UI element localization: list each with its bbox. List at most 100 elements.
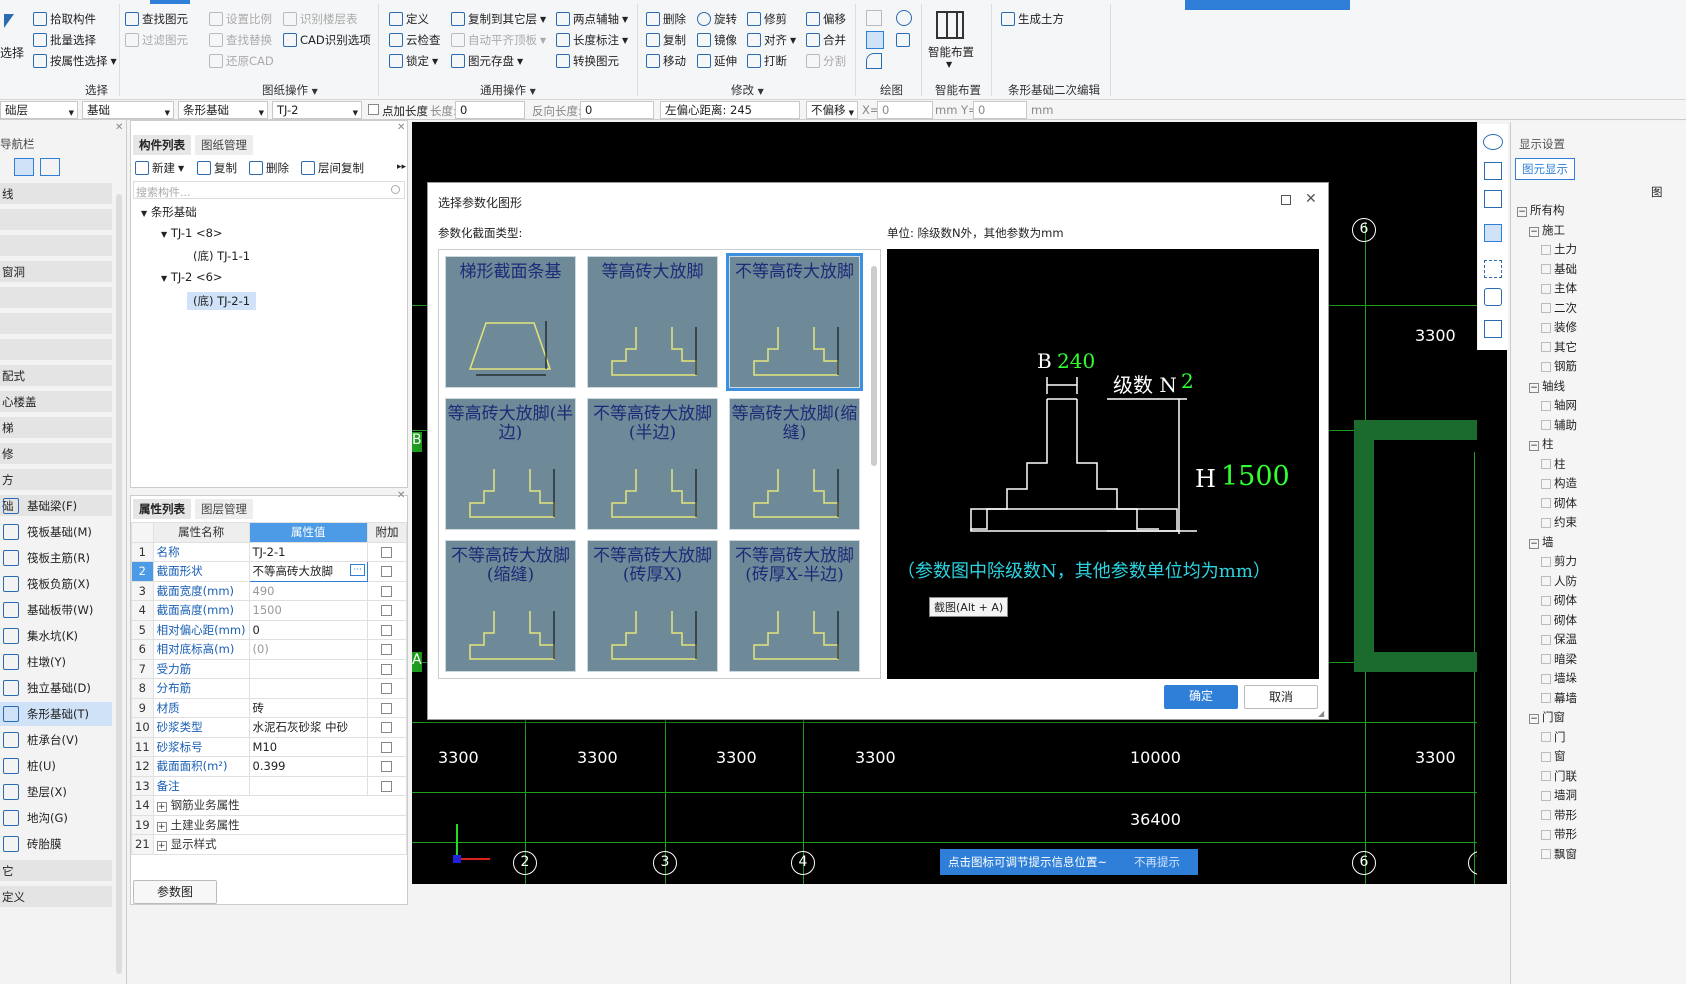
list-view-icon[interactable] <box>14 158 34 176</box>
display-tree-item[interactable]: 飘窗 <box>1541 846 1577 862</box>
property-row[interactable]: 14 + 钢筋业务属性 <box>131 795 408 816</box>
display-tree-item[interactable]: 砌体 <box>1541 495 1577 511</box>
display-tree-item[interactable]: 装修 <box>1541 319 1577 335</box>
display-tree-item[interactable]: 窗 <box>1541 748 1566 764</box>
expand-icon[interactable]: + <box>156 802 167 813</box>
batch-select-button[interactable]: 批量选择 <box>33 30 96 50</box>
two-point-axis-button[interactable]: 两点辅轴 ▼ <box>556 9 628 29</box>
tree-leaf-checkbox[interactable] <box>1541 576 1551 586</box>
layer-copy-button[interactable]: 层间复制 <box>301 158 364 178</box>
display-tree-item[interactable]: 辅助 <box>1541 417 1577 433</box>
shape-tile[interactable]: 梯形截面条基 <box>445 256 576 388</box>
tree-leaf-checkbox[interactable] <box>1541 771 1551 781</box>
shape-tile[interactable]: 不等高砖大放脚(砖厚X) <box>587 540 718 672</box>
tab-element-display[interactable]: 图元显示 <box>1515 158 1575 180</box>
nav-item[interactable]: 垫层(X) <box>0 780 112 804</box>
nav-category[interactable]: 梯 <box>0 417 112 439</box>
nav-category[interactable] <box>0 235 112 257</box>
nav-close-icon[interactable]: ✕ <box>115 122 123 133</box>
shape-tile[interactable]: 等高砖大放脚(半边) <box>445 398 576 530</box>
shape-tile[interactable]: 等高砖大放脚 <box>587 256 718 388</box>
x-input[interactable]: 0 <box>877 101 933 119</box>
property-value[interactable] <box>248 658 368 679</box>
copy-component-button[interactable]: 复制 <box>197 158 237 178</box>
filter-element-button[interactable]: 过滤图元 <box>125 30 188 50</box>
offset-button[interactable]: 偏移 <box>806 9 846 29</box>
nav-item[interactable]: 基础梁(F) <box>0 494 112 518</box>
property-row[interactable]: 12 截面面积(m²) 0.399 <box>131 756 408 777</box>
property-row[interactable]: 19 + 土建业务属性 <box>131 814 408 835</box>
length-dim-button[interactable]: 长度标注 ▼ <box>556 30 628 50</box>
property-value[interactable]: 不等高砖大放脚 ··· <box>248 561 368 582</box>
nav-category[interactable]: 它 <box>0 860 112 882</box>
smart-layout-button[interactable]: 智能布置 ▼ <box>928 8 976 78</box>
tree-leaf-checkbox[interactable] <box>1541 342 1551 352</box>
display-tree-item[interactable]: 构造 <box>1541 475 1577 491</box>
tree-leaf-checkbox[interactable] <box>1541 517 1551 528</box>
generate-earth-button[interactable]: 生成土方 <box>1001 9 1064 29</box>
tree-leaf-checkbox[interactable] <box>1541 478 1551 489</box>
expand-icon[interactable]: + <box>156 821 167 832</box>
property-row[interactable]: 8 分布筋 <box>131 678 408 699</box>
nav-scrollbar[interactable] <box>116 194 122 974</box>
display-tree-item[interactable]: − 所有构 <box>1517 202 1565 218</box>
nav-item[interactable]: 地沟(G) <box>0 806 112 830</box>
detail-view-icon[interactable] <box>40 158 60 176</box>
shape-tile[interactable]: 不等高砖大放脚(半边) <box>587 398 718 530</box>
tree-leaf-checkbox[interactable] <box>1541 654 1551 664</box>
nav-item[interactable]: 砖胎膜 <box>0 832 112 856</box>
display-tree-item[interactable]: 轴网 <box>1541 397 1577 413</box>
display-tree-item[interactable]: 幕墙 <box>1541 690 1577 706</box>
tree-leaf-checkbox[interactable] <box>1541 244 1551 255</box>
nav-category[interactable] <box>0 339 112 361</box>
property-row[interactable]: 4 截面高度(mm) 1500 <box>131 600 408 621</box>
confirm-button[interactable]: 确定 <box>1164 685 1238 709</box>
additional-checkbox[interactable] <box>381 683 393 695</box>
shape-tile[interactable]: 不等高砖大放脚(缩缝) <box>445 540 576 672</box>
define-button[interactable]: 定义 <box>389 9 429 29</box>
subtype-select[interactable]: 条形基础 ▼ <box>178 101 268 119</box>
component-select[interactable]: TJ-2 ▼ <box>272 101 362 119</box>
tree-tj2[interactable]: ▼ TJ-2 <6> <box>161 270 223 284</box>
cube-icon[interactable] <box>1484 190 1502 208</box>
display-tree-item[interactable]: 墙垛 <box>1541 670 1577 686</box>
identify-floor-button[interactable]: 识别楼层表 <box>283 9 358 29</box>
draw-point-icon[interactable] <box>866 10 882 26</box>
tree-tj2-1-selected[interactable]: (底) TJ-2-1 <box>187 292 257 310</box>
nav-item[interactable]: 独立基础(D) <box>0 676 112 700</box>
add-length-checkbox[interactable] <box>368 104 379 115</box>
mirror-button[interactable]: 镜像 <box>697 30 737 50</box>
display-tree-item[interactable]: 其它 <box>1541 339 1577 355</box>
property-value[interactable]: (0) <box>248 639 368 660</box>
display-tree-item[interactable]: 砌体 <box>1541 612 1577 628</box>
draw-line-icon[interactable] <box>866 31 884 49</box>
shape-tile[interactable]: 不等高砖大放脚(砖厚X-半边) <box>729 540 860 672</box>
cancel-button[interactable]: 取消 <box>1244 685 1318 709</box>
display-tree-item[interactable]: 主体 <box>1541 280 1577 296</box>
nav-category[interactable]: 线 <box>0 183 112 205</box>
property-value[interactable]: M10 <box>248 736 368 757</box>
restore-cad-button[interactable]: 还原CAD <box>209 51 274 71</box>
shape-tile[interactable]: 不等高砖大放脚 <box>726 253 863 391</box>
tree-leaf-checkbox[interactable] <box>1541 751 1551 762</box>
tree-leaf-checkbox[interactable] <box>1541 595 1551 606</box>
3d-view-icon[interactable] <box>1484 162 1502 180</box>
tree-leaf-checkbox[interactable] <box>1541 322 1551 333</box>
tree-root[interactable]: ▼ 条形基础 <box>141 204 197 220</box>
tree-leaf-checkbox[interactable] <box>1541 634 1551 645</box>
lock-button[interactable]: 锁定 ▼ <box>389 51 438 71</box>
tree-leaf-checkbox[interactable] <box>1541 498 1551 508</box>
property-value[interactable] <box>248 678 368 699</box>
additional-checkbox[interactable] <box>381 722 393 734</box>
nav-item[interactable]: 基础板带(W) <box>0 598 112 622</box>
orbit-icon[interactable] <box>1483 134 1503 150</box>
tab-component-list[interactable]: 构件列表 <box>133 135 191 155</box>
nav-item[interactable]: 筏板主筋(R) <box>0 546 112 570</box>
collapse-icon[interactable]: − <box>1529 382 1539 393</box>
display-tree-item[interactable]: 人防 <box>1541 573 1577 589</box>
property-row[interactable]: 5 相对偏心距(mm) 0 <box>131 619 408 640</box>
floor-select[interactable]: 础层 ▼ <box>0 101 78 119</box>
cad-options-button[interactable]: CAD识别选项 <box>283 30 371 50</box>
tab-layer-manage[interactable]: 图层管理 <box>195 499 253 519</box>
nav-category[interactable] <box>0 209 112 231</box>
